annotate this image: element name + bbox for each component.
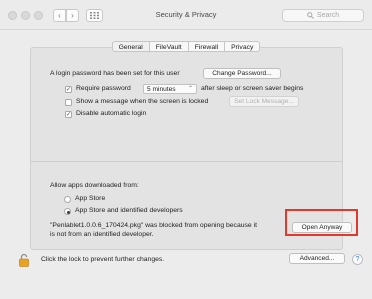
change-password-button[interactable]: Change Password... — [203, 68, 281, 79]
tab-general[interactable]: General — [111, 41, 150, 52]
radio-app-store[interactable] — [64, 196, 71, 203]
require-password-suffix: after sleep or screen saver begins — [201, 85, 304, 92]
blocked-message-line1: "Penlablet1.0.0.6_170424.pkg" was blocke… — [50, 222, 257, 229]
tab-firewall[interactable]: Firewall — [188, 41, 226, 52]
password-set-label: A login password has been set for this u… — [50, 70, 180, 77]
show-message-label: Show a message when the screen is locked — [76, 98, 209, 105]
security-privacy-window: ‹ › Security & Privacy Search General Fi… — [0, 0, 372, 299]
search-placeholder: Search — [316, 12, 340, 19]
radio-selected-dot — [66, 210, 70, 214]
allow-apps-heading: Allow apps downloaded from: — [50, 182, 139, 189]
require-password-delay-select[interactable]: 5 minutes ⌃ — [143, 84, 197, 94]
require-password-label: Require password — [76, 85, 131, 92]
disable-autologin-checkbox[interactable]: ✓ — [65, 111, 72, 118]
advanced-button[interactable]: Advanced... — [289, 253, 345, 264]
search-field[interactable]: Search — [282, 9, 364, 22]
set-lock-message-button[interactable]: Set Lock Message... — [229, 96, 299, 107]
lock-icon[interactable] — [19, 253, 29, 267]
radio-app-store-label: App Store — [75, 195, 106, 202]
question-icon: ? — [355, 256, 360, 263]
title-bar: ‹ › Security & Privacy Search — [0, 0, 372, 30]
require-password-delay-value: 5 minutes — [147, 85, 176, 93]
tab-filevault[interactable]: FileVault — [149, 41, 189, 52]
radio-app-store-identified-label: App Store and identified developers — [75, 207, 183, 214]
require-password-checkbox[interactable]: ✓ — [65, 86, 72, 93]
section-divider — [31, 161, 342, 162]
tab-bar: General FileVault Firewall Privacy — [0, 41, 372, 52]
search-icon — [307, 12, 314, 19]
tab-privacy[interactable]: Privacy — [225, 41, 261, 52]
show-message-checkbox[interactable] — [65, 99, 72, 106]
highlight-box — [285, 209, 358, 236]
disable-autologin-label: Disable automatic login — [76, 110, 147, 117]
lock-label: Click the lock to prevent further change… — [41, 256, 165, 263]
help-button[interactable]: ? — [352, 254, 363, 265]
radio-app-store-identified[interactable] — [64, 208, 71, 215]
blocked-message-line2: is not from an identified developer. — [50, 231, 154, 238]
chevron-updown-icon: ⌃ — [187, 86, 193, 92]
